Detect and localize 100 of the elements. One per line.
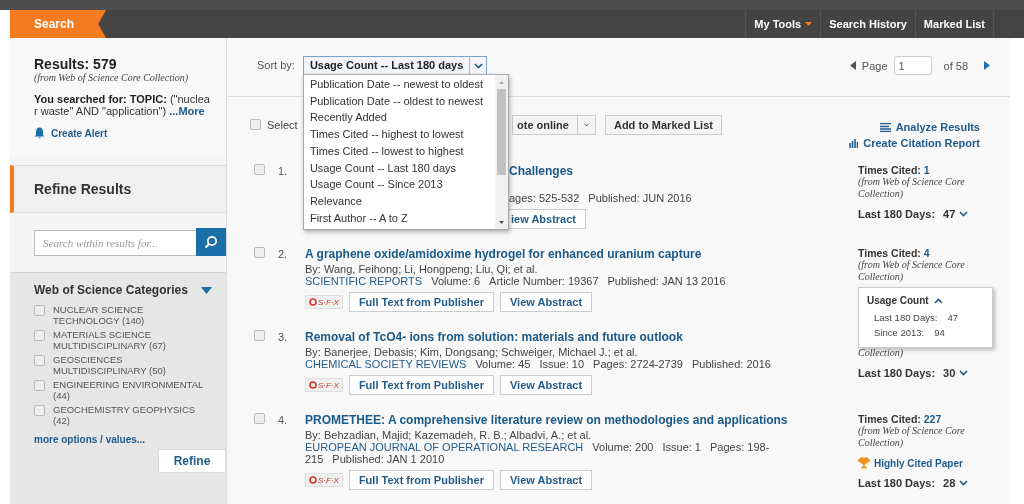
search-button[interactable] <box>196 228 226 256</box>
record-source-details: SCIENTIFIC REPORTS Volume: 6 Article Number: 19367 Published: JAN 13 2016 <box>305 275 727 287</box>
checkbox[interactable] <box>34 355 45 366</box>
sort-option[interactable]: Times Cited -- highest to lowest <box>309 126 495 143</box>
bar-chart-icon <box>849 138 859 148</box>
record-source-details: ages: 525-532 Published: JUN 2016 <box>509 192 693 204</box>
citation-source-note: (from Web of Science Core Collection) <box>858 259 966 283</box>
full-text-button[interactable]: Full Text from Publisher <box>348 375 494 395</box>
chevron-down-icon <box>959 480 969 486</box>
times-cited-link[interactable]: 1 <box>923 164 930 176</box>
full-text-button[interactable]: Full Text from Publisher <box>348 470 494 490</box>
bell-icon <box>34 127 45 139</box>
journal-link[interactable]: EUROPEAN JOURNAL OF OPERATIONAL RESEARCH <box>305 441 584 453</box>
checkbox[interactable] <box>254 164 265 175</box>
sort-option[interactable]: Usage Count -- Last 180 days <box>309 159 495 177</box>
ring-icon <box>309 381 317 389</box>
page-label: Page <box>861 59 888 72</box>
triangle-down-icon[interactable] <box>201 286 212 294</box>
sfx-link[interactable]: S·F·X <box>305 473 343 487</box>
record-title[interactable]: Removal of TcO4- ions from solution: materials and future outlook <box>305 330 838 344</box>
select-label: Select <box>267 118 298 131</box>
popup-title: Usage Count <box>867 295 929 306</box>
usage-count-toggle[interactable]: Last 180 Days: 47 <box>858 208 1000 220</box>
journal-link[interactable]: SCIENTIFIC REPORTS <box>305 275 423 287</box>
view-abstract-button[interactable]: View Abstract <box>500 375 593 395</box>
export-button[interactable]: ote online <box>513 116 577 134</box>
sort-option[interactable]: Publication Date -- oldest to newest <box>309 92 495 110</box>
sort-label: Sort by: <box>257 58 295 73</box>
category-label: ENGINEERING ENVIRONMENTAL (44) <box>53 380 204 401</box>
citation-report-link[interactable]: Create Citation Report <box>849 137 980 149</box>
view-abstract-button[interactable]: View Abstract <box>500 292 593 312</box>
next-page-icon[interactable] <box>984 61 990 70</box>
chevron-down-icon <box>959 211 969 217</box>
times-cited-label: Times Cited: <box>858 247 921 259</box>
create-alert-link[interactable]: Create Alert <box>34 127 108 139</box>
record-authors: By: Behzadian, Majid; Kazemadeh, R. B.; Albadvi, A.; et al. <box>305 429 592 441</box>
sort-option[interactable]: Recently Added <box>309 109 495 127</box>
view-abstract-button[interactable]: View Abstract <box>500 470 593 490</box>
search-query-text: You searched for: TOPIC: ("nuclear waste" AND "application") ...More <box>34 93 211 117</box>
full-text-button[interactable]: Full Text from Publisher <box>348 292 494 312</box>
checkbox[interactable] <box>254 330 265 341</box>
sfx-link[interactable]: S·F·X <box>305 378 343 392</box>
highly-cited-link[interactable]: Highly Cited Paper <box>858 457 1000 469</box>
chevron-down-icon <box>473 62 483 69</box>
results-count: Results: 579 <box>34 56 118 72</box>
page-total: of 58 <box>943 59 968 72</box>
category-label: GEOCHEMISTRY GEOPHYSICS (42) <box>53 405 197 426</box>
usage-count-toggle[interactable]: Last 180 Days: 28 <box>858 477 1000 489</box>
search-within-field[interactable]: Search within results for... <box>34 230 196 256</box>
record-source-details: CHEMICAL SOCIETY REVIEWS Volume: 45 Issue: 10 Pages: 2724-2739 Published: 2016 <box>305 358 772 370</box>
results-source-note: (from Web of Science Core Collection) <box>34 72 190 83</box>
sort-option[interactable]: Usage Count -- Since 2013 <box>309 176 495 193</box>
citation-source-note: (from Web of Science Core Collection) <box>858 425 966 449</box>
categories-title: Web of Science Categories <box>34 283 188 297</box>
record-title[interactable]: A graphene oxide/amidoxime hydrogel for enhanced uranium capture <box>305 247 838 261</box>
journal-link[interactable]: CHEMICAL SOCIETY REVIEWS <box>305 358 467 370</box>
trophy-icon <box>858 457 870 469</box>
checkbox[interactable] <box>250 119 261 130</box>
sort-option[interactable]: Times Cited -- lowest to highest <box>309 142 495 160</box>
usage-value: 47 <box>947 311 958 325</box>
sort-option[interactable]: Publication Date -- newest to oldest <box>309 76 495 93</box>
chevron-down-icon <box>959 370 969 376</box>
times-cited-label: Times Cited: <box>858 413 921 425</box>
more-options-link[interactable]: more options / values... <box>34 434 226 445</box>
chevron-up-icon <box>933 297 943 304</box>
more-link[interactable]: ...More <box>169 105 205 117</box>
checkbox[interactable] <box>254 247 265 258</box>
record-number: 2. <box>278 247 289 262</box>
checkbox[interactable] <box>34 405 45 416</box>
checkbox[interactable] <box>34 330 45 341</box>
checkbox[interactable] <box>34 305 45 316</box>
usage-count-toggle[interactable]: Last 180 Days: 30 <box>858 367 1000 379</box>
sort-option[interactable]: First Author -- A to Z <box>309 209 495 227</box>
times-cited-link[interactable]: 227 <box>923 413 942 425</box>
add-to-marked-list-button[interactable]: Add to Marked List <box>604 115 722 135</box>
chevron-down-icon <box>583 122 589 128</box>
times-cited-label: Times Cited: <box>858 164 921 176</box>
sfx-link[interactable]: S·F·X <box>305 295 343 309</box>
record-number: 4. <box>278 413 289 428</box>
scrollbar[interactable] <box>494 75 508 229</box>
sort-option[interactable]: Relevance <box>309 192 495 210</box>
citation-source-note: (from Web of Science Core Collection) <box>858 176 966 200</box>
times-cited-link[interactable]: 4 <box>923 247 930 259</box>
usage-label: Since 2013: <box>874 326 925 340</box>
refine-results-header: Refine Results <box>10 165 226 213</box>
record-number: 3. <box>278 330 289 345</box>
record-number: 1. <box>278 164 289 179</box>
analyze-results-link[interactable]: Analyze Results <box>879 121 980 133</box>
record-authors: By: Wang, Feihong; Li, Hongpeng; Liu, Qi; et al. <box>305 263 538 275</box>
refine-button[interactable]: Refine <box>158 449 226 473</box>
record-title[interactable]: Challenges <box>509 164 838 178</box>
category-label: NUCLEAR SCIENCE TECHNOLOGY (140) <box>53 305 146 326</box>
checkbox[interactable] <box>34 380 45 391</box>
page-number-field[interactable]: 1 <box>893 56 932 75</box>
checkbox[interactable] <box>254 413 265 424</box>
category-label: MATERIALS SCIENCE MULTIDISCIPLINARY (67) <box>53 330 167 351</box>
list-icon <box>879 122 891 132</box>
ring-icon <box>309 476 317 484</box>
previous-page-icon[interactable] <box>849 61 856 70</box>
record-title[interactable]: PROMETHEE: A comprehensive literature review on methodologies and applications <box>305 413 838 427</box>
